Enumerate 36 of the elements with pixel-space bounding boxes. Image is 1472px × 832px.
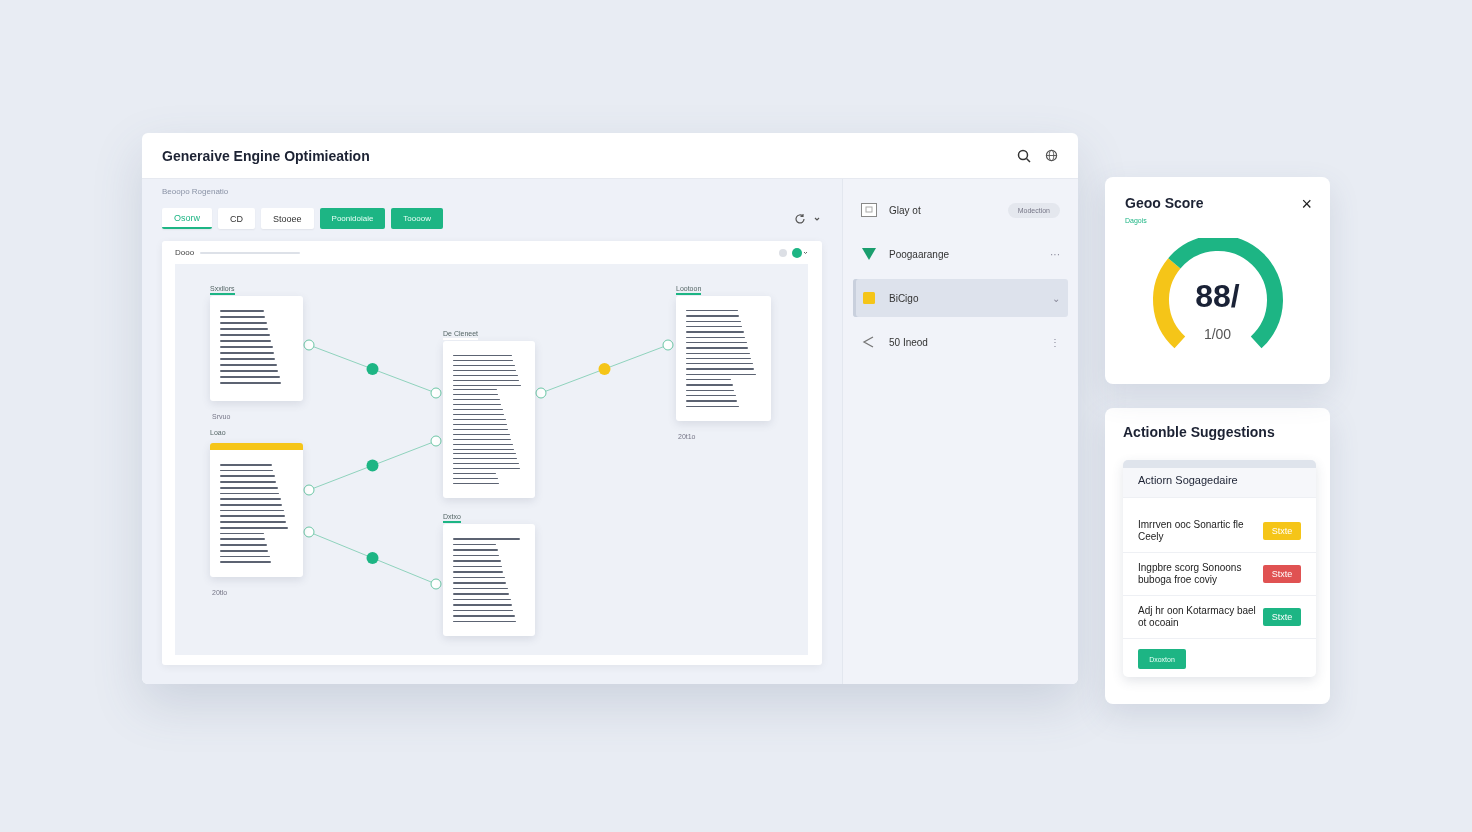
- image-icon: [861, 203, 877, 217]
- panel-header: Actiorn Sogagedaire: [1123, 468, 1316, 498]
- square-icon: [861, 291, 877, 305]
- tab[interactable]: Stooee: [261, 208, 314, 229]
- item-control[interactable]: ⋮: [1050, 336, 1060, 348]
- action-button[interactable]: Stxte: [1263, 565, 1301, 583]
- close-button[interactable]: ×: [1301, 195, 1312, 213]
- tab[interactable]: Osorw: [162, 208, 212, 229]
- canvas-title: Dooo: [175, 248, 195, 257]
- action-button[interactable]: Toooow: [391, 208, 443, 229]
- score-max: 1/00: [1202, 326, 1233, 342]
- item-control[interactable]: ···: [1050, 248, 1060, 260]
- refresh-icon[interactable]: [794, 212, 806, 225]
- tab[interactable]: CD: [218, 208, 255, 229]
- suggestion-text: Ingpbre scorg Sonoons buboga froe coviy: [1138, 562, 1243, 586]
- item-label: Glay ot: [889, 204, 922, 216]
- action-button[interactable]: Stxte: [1263, 608, 1301, 626]
- globe-icon[interactable]: [1045, 149, 1058, 162]
- item-label: BiCigo: [889, 292, 920, 304]
- item-control[interactable]: ⌄: [1052, 292, 1060, 304]
- toggle-switch[interactable]: [778, 247, 808, 258]
- item-label: Poogaarange: [889, 248, 951, 260]
- breadcrumb: Beoopo Rogenatio: [162, 187, 230, 196]
- search-icon[interactable]: [1017, 148, 1031, 163]
- item-label: 50 Ineod: [889, 336, 929, 348]
- suggestion-text: Adj hr oon Kotarmacy bael ot ocoain: [1138, 605, 1257, 629]
- window-title: Generaive Engine Optimieation: [162, 147, 371, 164]
- card-title: Actionble Suggestions: [1123, 424, 1276, 440]
- sidebar-item[interactable]: BiCigo ⌄: [853, 279, 1068, 317]
- sidebar-item[interactable]: Poogaarange ···: [853, 235, 1068, 273]
- triangle-icon: [861, 247, 877, 261]
- action-button[interactable]: Poonidoiaie: [319, 208, 386, 229]
- card-title: Geoo Score: [1125, 195, 1204, 211]
- suggestion-text: Imrrven ooc Sonartic fle Ceely: [1138, 519, 1245, 543]
- sidebar-item[interactable]: 50 Ineod ⋮: [853, 323, 1068, 361]
- score-value: 88/: [1194, 278, 1241, 315]
